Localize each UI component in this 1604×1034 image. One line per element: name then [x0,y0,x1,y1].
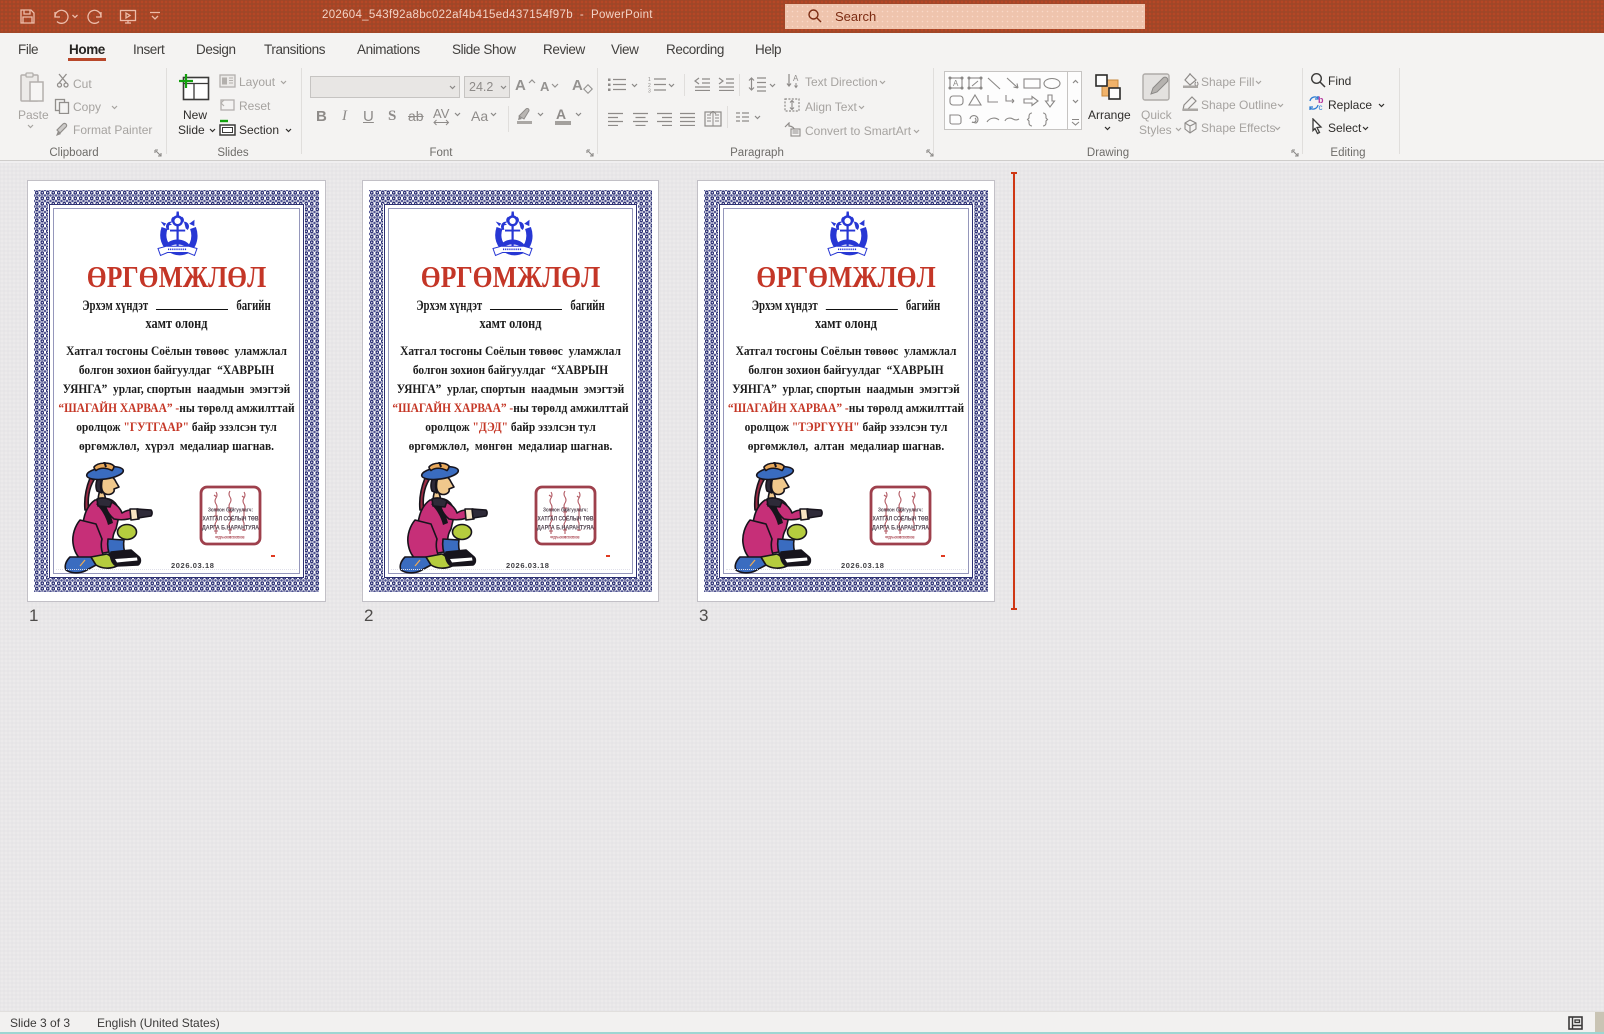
svg-text:РД№0001 5005008: РД№0001 5005008 [887,536,915,540]
svg-text:ДАРГА Б.НАРАНТУЯА: ДАРГА Б.НАРАНТУЯА [872,525,929,532]
svg-text:Зохион байгуулагч:: Зохион байгуулагч: [878,507,923,514]
svg-text:3: 3 [648,89,651,94]
svg-text:РД№0001 5005008: РД№0001 5005008 [552,536,580,540]
svg-text:РД№0001 5005008: РД№0001 5005008 [217,536,245,540]
svg-text:ХАТГАЛ СОЁЛЫН ТӨВ: ХАТГАЛ СОЁЛЫН ТӨВ [873,515,929,523]
svg-text:ХАТГАЛ СОЁЛЫН ТӨВ: ХАТГАЛ СОЁЛЫН ТӨВ [538,515,594,523]
svg-text:c: c [1319,103,1323,111]
svg-text:Зохион байгуулагч:: Зохион байгуулагч: [543,507,588,514]
svg-text:A: A [793,74,799,83]
svg-text:A: A [953,79,959,88]
svg-text:ХАТГАЛ СОЁЛЫН ТӨВ: ХАТГАЛ СОЁЛЫН ТӨВ [203,515,259,523]
svg-text:ДАРГА Б.НАРАНТУЯА: ДАРГА Б.НАРАНТУЯА [537,525,594,532]
svg-text:ДАРГА Б.НАРАНТУЯА: ДАРГА Б.НАРАНТУЯА [202,525,259,532]
svg-text:Зохион байгуулагч:: Зохион байгуулагч: [208,507,253,514]
